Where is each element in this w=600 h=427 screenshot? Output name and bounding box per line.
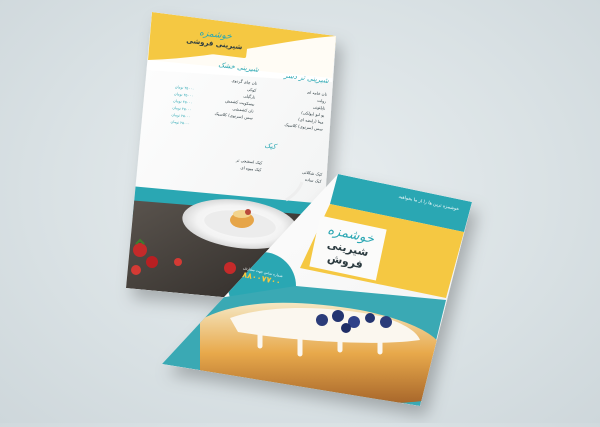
strawberry (133, 243, 147, 257)
mockup-scene (126, 12, 472, 406)
